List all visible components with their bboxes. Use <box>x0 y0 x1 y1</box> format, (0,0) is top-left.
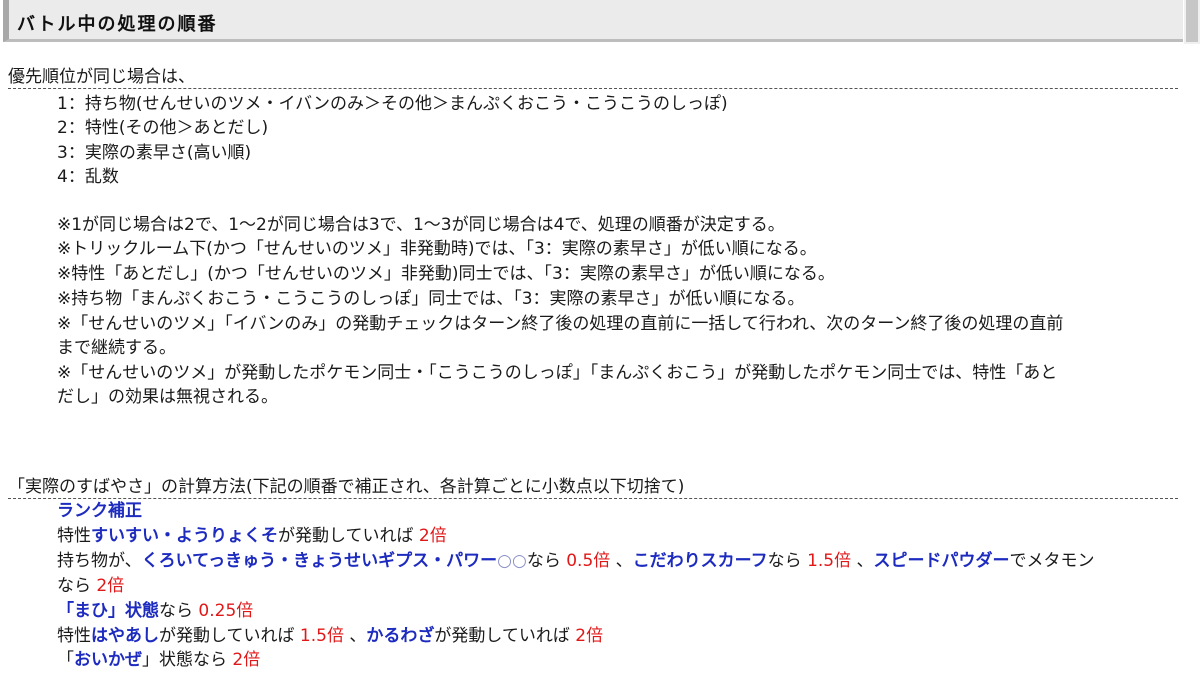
item-link[interactable]: スピードパウダー <box>874 551 1010 571</box>
text: が発動していれば <box>278 526 419 546</box>
page-title: バトル中の処理の順番 <box>17 14 218 35</box>
priority-item-3: 3：実際の素早さ(高い順) <box>57 143 252 163</box>
note-6: ※「せんせいのツメ」が発動したポケモン同士・「こうこうのしっぽ」「まんぷくおこう… <box>57 363 1058 383</box>
priority-item-2: 2：特性(その他＞あとだし) <box>57 118 269 138</box>
text: 持ち物が、 <box>57 551 142 571</box>
rank-title: ランク補正 <box>57 501 142 521</box>
multiplier: 1.5倍 <box>299 626 344 646</box>
text: が発動していれば <box>159 626 300 646</box>
page-header: バトル中の処理の順番 <box>3 0 1183 42</box>
multiplier: 2倍 <box>575 626 604 646</box>
item-link[interactable]: こだわりスカーフ <box>633 551 768 571</box>
text: なら <box>526 551 567 571</box>
text: 「 <box>57 650 74 670</box>
text: なら <box>57 576 97 596</box>
text: 特性 <box>57 626 91 646</box>
text: 、 <box>343 626 367 646</box>
multiplier: 2倍 <box>232 650 261 670</box>
text: が発動していれば <box>434 626 576 646</box>
note-5-cont: まで継続する。 <box>57 338 176 358</box>
status-link[interactable]: おいかぜ <box>74 650 142 670</box>
multiplier: 2倍 <box>418 526 447 546</box>
note-6-cont: だし」の効果は無視される。 <box>57 387 278 407</box>
multiplier: 1.5倍 <box>807 551 852 571</box>
calc-row-4: 特性はやあしが発動していれば 1.5倍 、かるわざが発動していれば 2倍 <box>57 624 603 648</box>
priority-item-4: 4：乱数 <box>57 167 119 187</box>
calc-row-5: 「おいかぜ」状態なら 2倍 <box>57 648 260 672</box>
ability-link[interactable]: すいすい・ようりょくそ <box>91 526 278 546</box>
note-3: ※特性「あとだし」(かつ「せんせいのツメ」非発動)同士では、「3：実際の素早さ」… <box>57 264 835 284</box>
note-5: ※「せんせいのツメ」「イバンのみ」の発動チェックはターン終了後の処理の直前に一括… <box>57 314 1064 334</box>
scrollbar-thumb[interactable] <box>1186 0 1198 42</box>
priority-heading: 優先順位が同じ場合は、 <box>8 66 1178 89</box>
text: 、 <box>610 551 633 571</box>
text: なら <box>159 601 199 621</box>
note-2: ※トリックルーム下(かつ「せんせいのツメ」非発動時)では、「3：実際の素早さ」が… <box>57 239 817 259</box>
item-link[interactable]: くろいてっきゅう・きょうせいギプス・パワー <box>142 551 497 571</box>
multiplier: 2倍 <box>96 576 125 596</box>
calc-row-2: 持ち物が、くろいてっきゅう・きょうせいギプス・パワー○○なら 0.5倍 、こだわ… <box>57 549 1095 573</box>
note-4: ※持ち物「まんぷくおこう・こうこうのしっぽ」同士では、「3：実際の素早さ」が低い… <box>57 289 805 309</box>
priority-item-1: 1：持ち物(せんせいのツメ・イバンのみ＞その他＞まんぷくおこう・こうこうのしっぽ… <box>57 94 728 114</box>
text: 」状態なら <box>142 650 233 670</box>
ability-link[interactable]: かるわざ <box>366 626 434 646</box>
calc-heading: 「実際のすばやさ」の計算方法(下記の順番で補正され、各計算ごとに小数点以下切捨て… <box>8 476 1178 499</box>
multiplier: 0.5倍 <box>566 551 611 571</box>
calc-row-1: 特性すいすい・ようりょくそが発動していれば 2倍 <box>57 524 447 548</box>
text: なら <box>767 551 808 571</box>
calc-row-3: 「まひ」状態なら 0.25倍 <box>57 599 253 623</box>
calc-row-2-cont: なら 2倍 <box>57 574 124 598</box>
ability-link[interactable]: はやあし <box>91 626 159 646</box>
multiplier: 0.25倍 <box>198 601 254 621</box>
text: 特性 <box>57 526 91 546</box>
text: でメタモン <box>1009 551 1095 571</box>
note-1: ※1が同じ場合は2で、1～2が同じ場合は3で、1～3が同じ場合は4で、処理の順番… <box>57 215 785 235</box>
rank-label: ランク補正 <box>57 499 142 523</box>
status-link[interactable]: 「まひ」状態 <box>57 601 159 621</box>
placeholder-circles: ○○ <box>497 551 527 571</box>
text: 、 <box>851 551 874 571</box>
